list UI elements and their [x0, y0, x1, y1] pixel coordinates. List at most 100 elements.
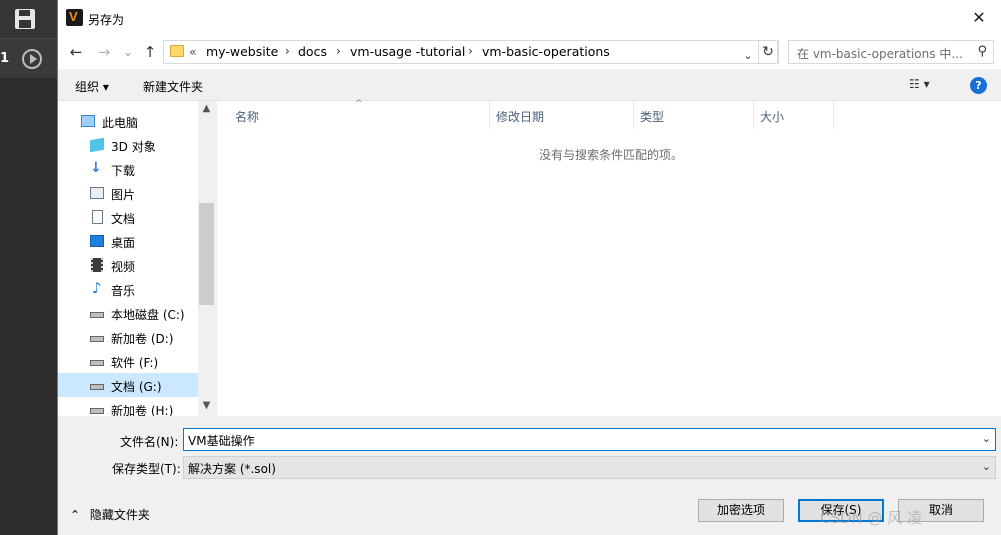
sort-ascending-icon: ^ — [355, 99, 363, 109]
save-as-dialog: 另存为 ✕ ← → ⌄ ↑ « my-website › docs › vm-u… — [57, 0, 1001, 535]
column-header-name[interactable]: 名称 — [235, 108, 259, 125]
help-icon[interactable]: ? — [970, 77, 987, 94]
app-logo-icon — [66, 9, 83, 26]
filename-value: VM基础操作 — [188, 434, 255, 448]
filetype-select[interactable]: 解决方案 (*.sol) ⌄ — [183, 456, 996, 479]
tree-item-drive-d[interactable]: 新加卷 (D:) — [58, 325, 198, 349]
document-icon — [92, 210, 103, 224]
filename-field[interactable]: VM基础操作 ⌄ — [183, 428, 996, 451]
tree-item-label: 软件 (F:) — [111, 356, 159, 370]
tree-item-label: 3D 对象 — [111, 140, 156, 154]
close-button[interactable]: ✕ — [956, 0, 1001, 36]
breadcrumb-docs[interactable]: docs — [298, 44, 327, 59]
cube-icon — [90, 137, 104, 153]
column-divider[interactable] — [489, 101, 490, 129]
background-toolbar: 1 — [0, 38, 57, 78]
tree-item-drive-h[interactable]: 新加卷 (H:) — [58, 397, 198, 416]
save-options-panel: 文件名(N): VM基础操作 ⌄ 保存类型(T): 解决方案 (*.sol) ⌄… — [58, 416, 1001, 535]
chevron-up-icon: ⌃ — [70, 508, 81, 522]
breadcrumb-separator[interactable]: › — [468, 44, 473, 58]
tree-item-label: 图片 — [111, 188, 136, 202]
column-divider[interactable] — [633, 101, 634, 129]
drive-icon — [90, 360, 104, 366]
background-titlebar — [0, 0, 57, 38]
tree-item-label: 新加卷 (H:) — [111, 404, 174, 416]
recent-locations-icon[interactable]: ⌄ — [118, 42, 138, 62]
drive-icon — [90, 384, 104, 390]
command-bar: 组织 ▾ 新建文件夹 ☷ ▾ ? — [58, 69, 1001, 101]
navpane-scrollbar[interactable]: ▲ ▼ — [198, 101, 215, 416]
refresh-button[interactable]: ↻ — [758, 40, 778, 64]
background-counter: 1 — [0, 51, 10, 66]
search-icon[interactable]: ⚲ — [977, 44, 987, 59]
breadcrumb-my-website[interactable]: my-website — [206, 44, 278, 59]
tree-item-label: 本地磁盘 (C:) — [111, 308, 185, 322]
tree-item-label: 视频 — [111, 260, 136, 274]
filetype-value: 解决方案 (*.sol) — [188, 462, 276, 476]
dialog-titlebar: 另存为 ✕ — [58, 0, 1001, 36]
scrollbar-thumb[interactable] — [199, 203, 214, 305]
background-app: 1 — [0, 0, 57, 535]
drive-icon — [90, 408, 104, 414]
tree-item-videos[interactable]: 视频 — [58, 253, 198, 277]
watermark: CSDN @ 风 凌 — [820, 509, 923, 527]
new-folder-button[interactable]: 新建文件夹 — [143, 78, 203, 95]
filename-label: 文件名(N): — [120, 435, 179, 449]
tree-item-label: 音乐 — [111, 284, 136, 298]
search-placeholder: 在 vm-basic-operations 中... — [797, 47, 963, 61]
hide-folders-toggle[interactable]: ⌃ 隐藏文件夹 — [70, 506, 150, 523]
back-icon[interactable]: ← — [66, 42, 86, 62]
column-header-size[interactable]: 大小 — [760, 108, 784, 125]
breadcrumb-separator[interactable]: › — [336, 44, 341, 58]
navigation-pane: 此电脑 3D 对象 ↓ 下载 图片 文档 桌面 视频 ♪ 音乐 本地磁盘 (C:… — [58, 101, 215, 416]
up-icon[interactable]: ↑ — [140, 42, 160, 62]
folder-icon — [170, 45, 184, 57]
breadcrumb-vm-usage-tutorial[interactable]: vm-usage -tutorial — [350, 44, 465, 59]
dialog-title: 另存为 — [88, 13, 125, 27]
filename-dropdown-icon[interactable]: ⌄ — [982, 432, 991, 445]
tree-item-drive-f[interactable]: 软件 (F:) — [58, 349, 198, 373]
view-options-icon[interactable]: ☷ ▾ — [909, 77, 939, 93]
tree-item-label: 下载 — [111, 164, 136, 178]
tree-item-pictures[interactable]: 图片 — [58, 181, 198, 205]
tree-item-label: 文档 — [111, 212, 136, 226]
file-list[interactable]: ^ 名称 修改日期 类型 大小 没有与搜索条件匹配的项。 — [217, 99, 1001, 416]
filetype-label: 保存类型(T): — [112, 462, 181, 476]
column-header-type[interactable]: 类型 — [640, 108, 664, 125]
column-header-date-modified[interactable]: 修改日期 — [496, 108, 544, 125]
save-icon[interactable] — [14, 8, 36, 30]
download-icon: ↓ — [90, 160, 102, 176]
play-icon[interactable] — [22, 49, 42, 69]
tree-item-this-pc[interactable]: 此电脑 — [58, 109, 198, 133]
tree-item-label: 文档 (G:) — [111, 380, 162, 394]
video-icon — [91, 258, 103, 272]
tree-item-label: 此电脑 — [102, 116, 139, 130]
filetype-dropdown-icon[interactable]: ⌄ — [982, 460, 991, 473]
breadcrumb-vm-basic-operations[interactable]: vm-basic-operations — [482, 44, 610, 59]
encrypt-options-button[interactable]: 加密选项 — [698, 499, 784, 522]
breadcrumb-separator[interactable]: › — [285, 44, 290, 58]
pictures-icon — [90, 187, 104, 199]
search-input[interactable]: 在 vm-basic-operations 中... ⚲ — [788, 40, 994, 64]
drive-icon — [90, 336, 104, 342]
tree-item-downloads[interactable]: ↓ 下载 — [58, 157, 198, 181]
forward-icon[interactable]: → — [94, 42, 114, 62]
tree-item-label: 新加卷 (D:) — [111, 332, 174, 346]
organize-menu[interactable]: 组织 ▾ — [75, 78, 109, 95]
desktop-icon — [90, 235, 104, 247]
navigation-row: ← → ⌄ ↑ « my-website › docs › vm-usage -… — [58, 36, 1001, 69]
tree-item-drive-c[interactable]: 本地磁盘 (C:) — [58, 301, 198, 325]
column-divider[interactable] — [753, 101, 754, 129]
tree-item-3d-objects[interactable]: 3D 对象 — [58, 133, 198, 157]
music-icon: ♪ — [92, 279, 102, 297]
tree-item-desktop[interactable]: 桌面 — [58, 229, 198, 253]
tree-item-drive-g[interactable]: 文档 (G:) — [58, 373, 198, 397]
scroll-up-icon[interactable]: ▲ — [198, 103, 215, 114]
tree-item-music[interactable]: ♪ 音乐 — [58, 277, 198, 301]
address-bar[interactable]: « my-website › docs › vm-usage -tutorial… — [163, 40, 779, 64]
breadcrumb-overflow[interactable]: « — [189, 44, 197, 59]
tree-item-documents[interactable]: 文档 — [58, 205, 198, 229]
column-divider[interactable] — [833, 101, 834, 129]
scroll-down-icon[interactable]: ▼ — [198, 400, 215, 411]
address-dropdown-icon[interactable]: ⌄ — [740, 46, 756, 66]
